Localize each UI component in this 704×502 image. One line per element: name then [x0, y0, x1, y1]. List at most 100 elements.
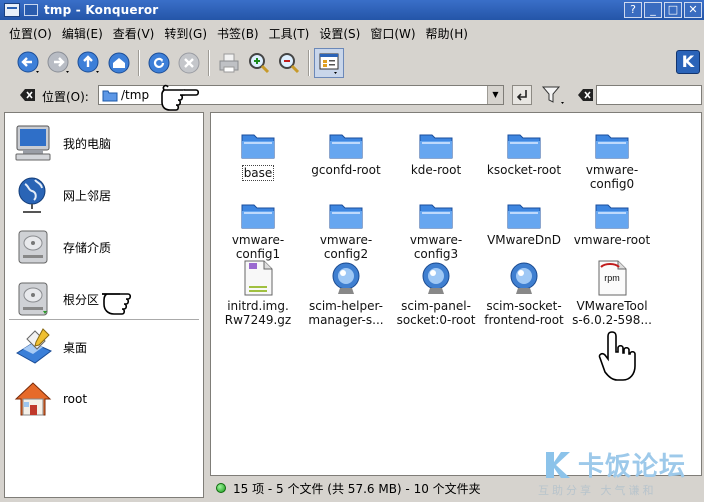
watermark-text: 卡饭论坛: [578, 452, 687, 482]
menu-go[interactable]: 转到(G): [159, 25, 212, 42]
file-item[interactable]: rpm VMwareTool s-6.0.2-598...: [567, 257, 657, 327]
filter-icon[interactable]: [540, 84, 566, 106]
file-item[interactable]: gconfd-root: [301, 121, 391, 177]
folder-mini-icon: [102, 90, 118, 102]
location-bar: 位置(O): /tmp ▼: [0, 84, 704, 108]
file-item[interactable]: initrd.img. Rw7249.gz: [213, 257, 303, 327]
folder-icon: [241, 204, 275, 229]
window-title: tmp - Konqueror: [44, 3, 159, 17]
file-item[interactable]: scim-helper- manager-s...: [301, 257, 391, 327]
title-bar[interactable]: tmp - Konqueror ? _ □ ✕: [0, 0, 704, 20]
nav-item-desktop[interactable]: 桌面: [11, 325, 201, 369]
desktop-icon: [16, 328, 52, 364]
icon-view-mode-icon: [319, 53, 339, 74]
zoom-in-button[interactable]: [244, 48, 274, 78]
find-input[interactable]: [596, 85, 702, 105]
nav-label: 网上邻居: [63, 188, 112, 203]
toolbar-separator: [208, 50, 210, 76]
file-name: ksocket-root: [486, 163, 562, 177]
reload-button[interactable]: [144, 48, 174, 78]
stop-button[interactable]: [174, 48, 204, 78]
file-item[interactable]: kde-root: [391, 121, 481, 177]
rpm-package-icon: rpm: [598, 260, 627, 296]
toolbar-separator: [138, 50, 140, 76]
nav-label: root: [63, 392, 88, 406]
forward-button[interactable]: [44, 48, 74, 78]
storage-drive-icon: [18, 230, 48, 264]
home-folder-icon: [14, 382, 52, 416]
maximize-button[interactable]: □: [664, 2, 682, 18]
nav-label: 桌面: [63, 340, 88, 355]
root-partition-icon: [18, 282, 48, 316]
nav-item-storage-media[interactable]: 存储介质: [11, 225, 201, 269]
menu-location[interactable]: 位置(O): [4, 25, 57, 42]
konqueror-app-icon[interactable]: [4, 3, 20, 17]
file-name: scim-panel- socket:0-root: [396, 299, 476, 327]
folder-icon: [329, 204, 363, 229]
nav-item-network[interactable]: 网上邻居: [11, 173, 201, 217]
file-item[interactable]: base: [213, 121, 303, 181]
nav-label: 我的电脑: [63, 136, 112, 151]
file-name: vmware- config0: [585, 163, 639, 191]
menu-view[interactable]: 查看(V): [108, 25, 160, 42]
location-value: /tmp: [121, 88, 150, 102]
watermark-k-icon: [546, 452, 570, 478]
zoom-out-icon: [279, 53, 300, 74]
file-name: scim-helper- manager-s...: [308, 299, 384, 327]
up-button[interactable]: [74, 48, 104, 78]
network-globe-icon: [18, 177, 46, 213]
hand-cursor-icon: [161, 84, 200, 111]
socket-file-icon: [422, 262, 450, 294]
file-item[interactable]: VMwareDnD: [479, 191, 569, 247]
print-button[interactable]: [214, 48, 244, 78]
toolbar-separator: [308, 50, 310, 76]
menu-tools[interactable]: 工具(T): [264, 25, 315, 42]
file-name: scim-socket- frontend-root: [484, 299, 564, 327]
file-item[interactable]: scim-socket- frontend-root: [479, 257, 569, 327]
file-view: base gconfd-root kde-root ksocket-root v…: [210, 112, 702, 476]
menu-help[interactable]: 帮助(H): [421, 25, 473, 42]
zoom-out-button[interactable]: [274, 48, 304, 78]
home-button[interactable]: [104, 48, 134, 78]
file-item[interactable]: vmware- config1: [213, 191, 303, 261]
back-arrow-icon: [17, 51, 39, 73]
menu-edit[interactable]: 编辑(E): [57, 25, 108, 42]
window-pin-icon[interactable]: [24, 4, 38, 16]
file-name: gconfd-root: [311, 163, 381, 177]
folder-icon: [595, 204, 629, 229]
file-item[interactable]: vmware-root: [567, 191, 657, 247]
menu-window[interactable]: 窗口(W): [365, 25, 420, 42]
socket-file-icon: [332, 262, 360, 294]
file-item[interactable]: scim-panel- socket:0-root: [391, 257, 481, 327]
back-button[interactable]: [14, 48, 44, 78]
location-dropdown-button[interactable]: ▼: [487, 86, 503, 104]
computer-icon: [15, 125, 51, 161]
folder-icon: [419, 204, 453, 229]
nav-label: 根分区: [63, 292, 100, 307]
close-button[interactable]: ✕: [684, 2, 702, 18]
socket-file-icon: [510, 262, 538, 294]
file-name: VMwareTool s-6.0.2-598...: [572, 299, 652, 327]
folder-icon: [329, 134, 363, 159]
file-name: VMwareDnD: [487, 233, 561, 247]
file-item[interactable]: ksocket-root: [479, 121, 569, 177]
clear-location-icon[interactable]: [20, 88, 36, 102]
kde-logo-icon[interactable]: K: [676, 50, 700, 74]
nav-label: 存储介质: [63, 240, 112, 255]
watermark-slogan: 互助分享 大气谦和: [538, 484, 657, 497]
go-arrow-icon[interactable]: [512, 85, 532, 105]
nav-item-root-home[interactable]: root: [11, 377, 201, 421]
menu-bookmarks[interactable]: 书签(B): [212, 25, 264, 42]
menu-bar: 位置(O) 编辑(E) 查看(V) 转到(G) 书签(B) 工具(T) 设置(S…: [0, 22, 704, 44]
file-item[interactable]: vmware- config0: [567, 121, 657, 191]
clear-find-icon[interactable]: [578, 88, 594, 102]
file-item[interactable]: vmware- config2: [301, 191, 391, 261]
view-mode-button[interactable]: [314, 48, 344, 78]
help-title-button[interactable]: ?: [624, 2, 642, 18]
minimize-button[interactable]: _: [644, 2, 662, 18]
folder-icon: [419, 134, 453, 159]
folder-icon: [507, 204, 541, 229]
file-item[interactable]: vmware- config3: [391, 191, 481, 261]
menu-settings[interactable]: 设置(S): [314, 25, 365, 42]
folder-icon: [507, 134, 541, 159]
